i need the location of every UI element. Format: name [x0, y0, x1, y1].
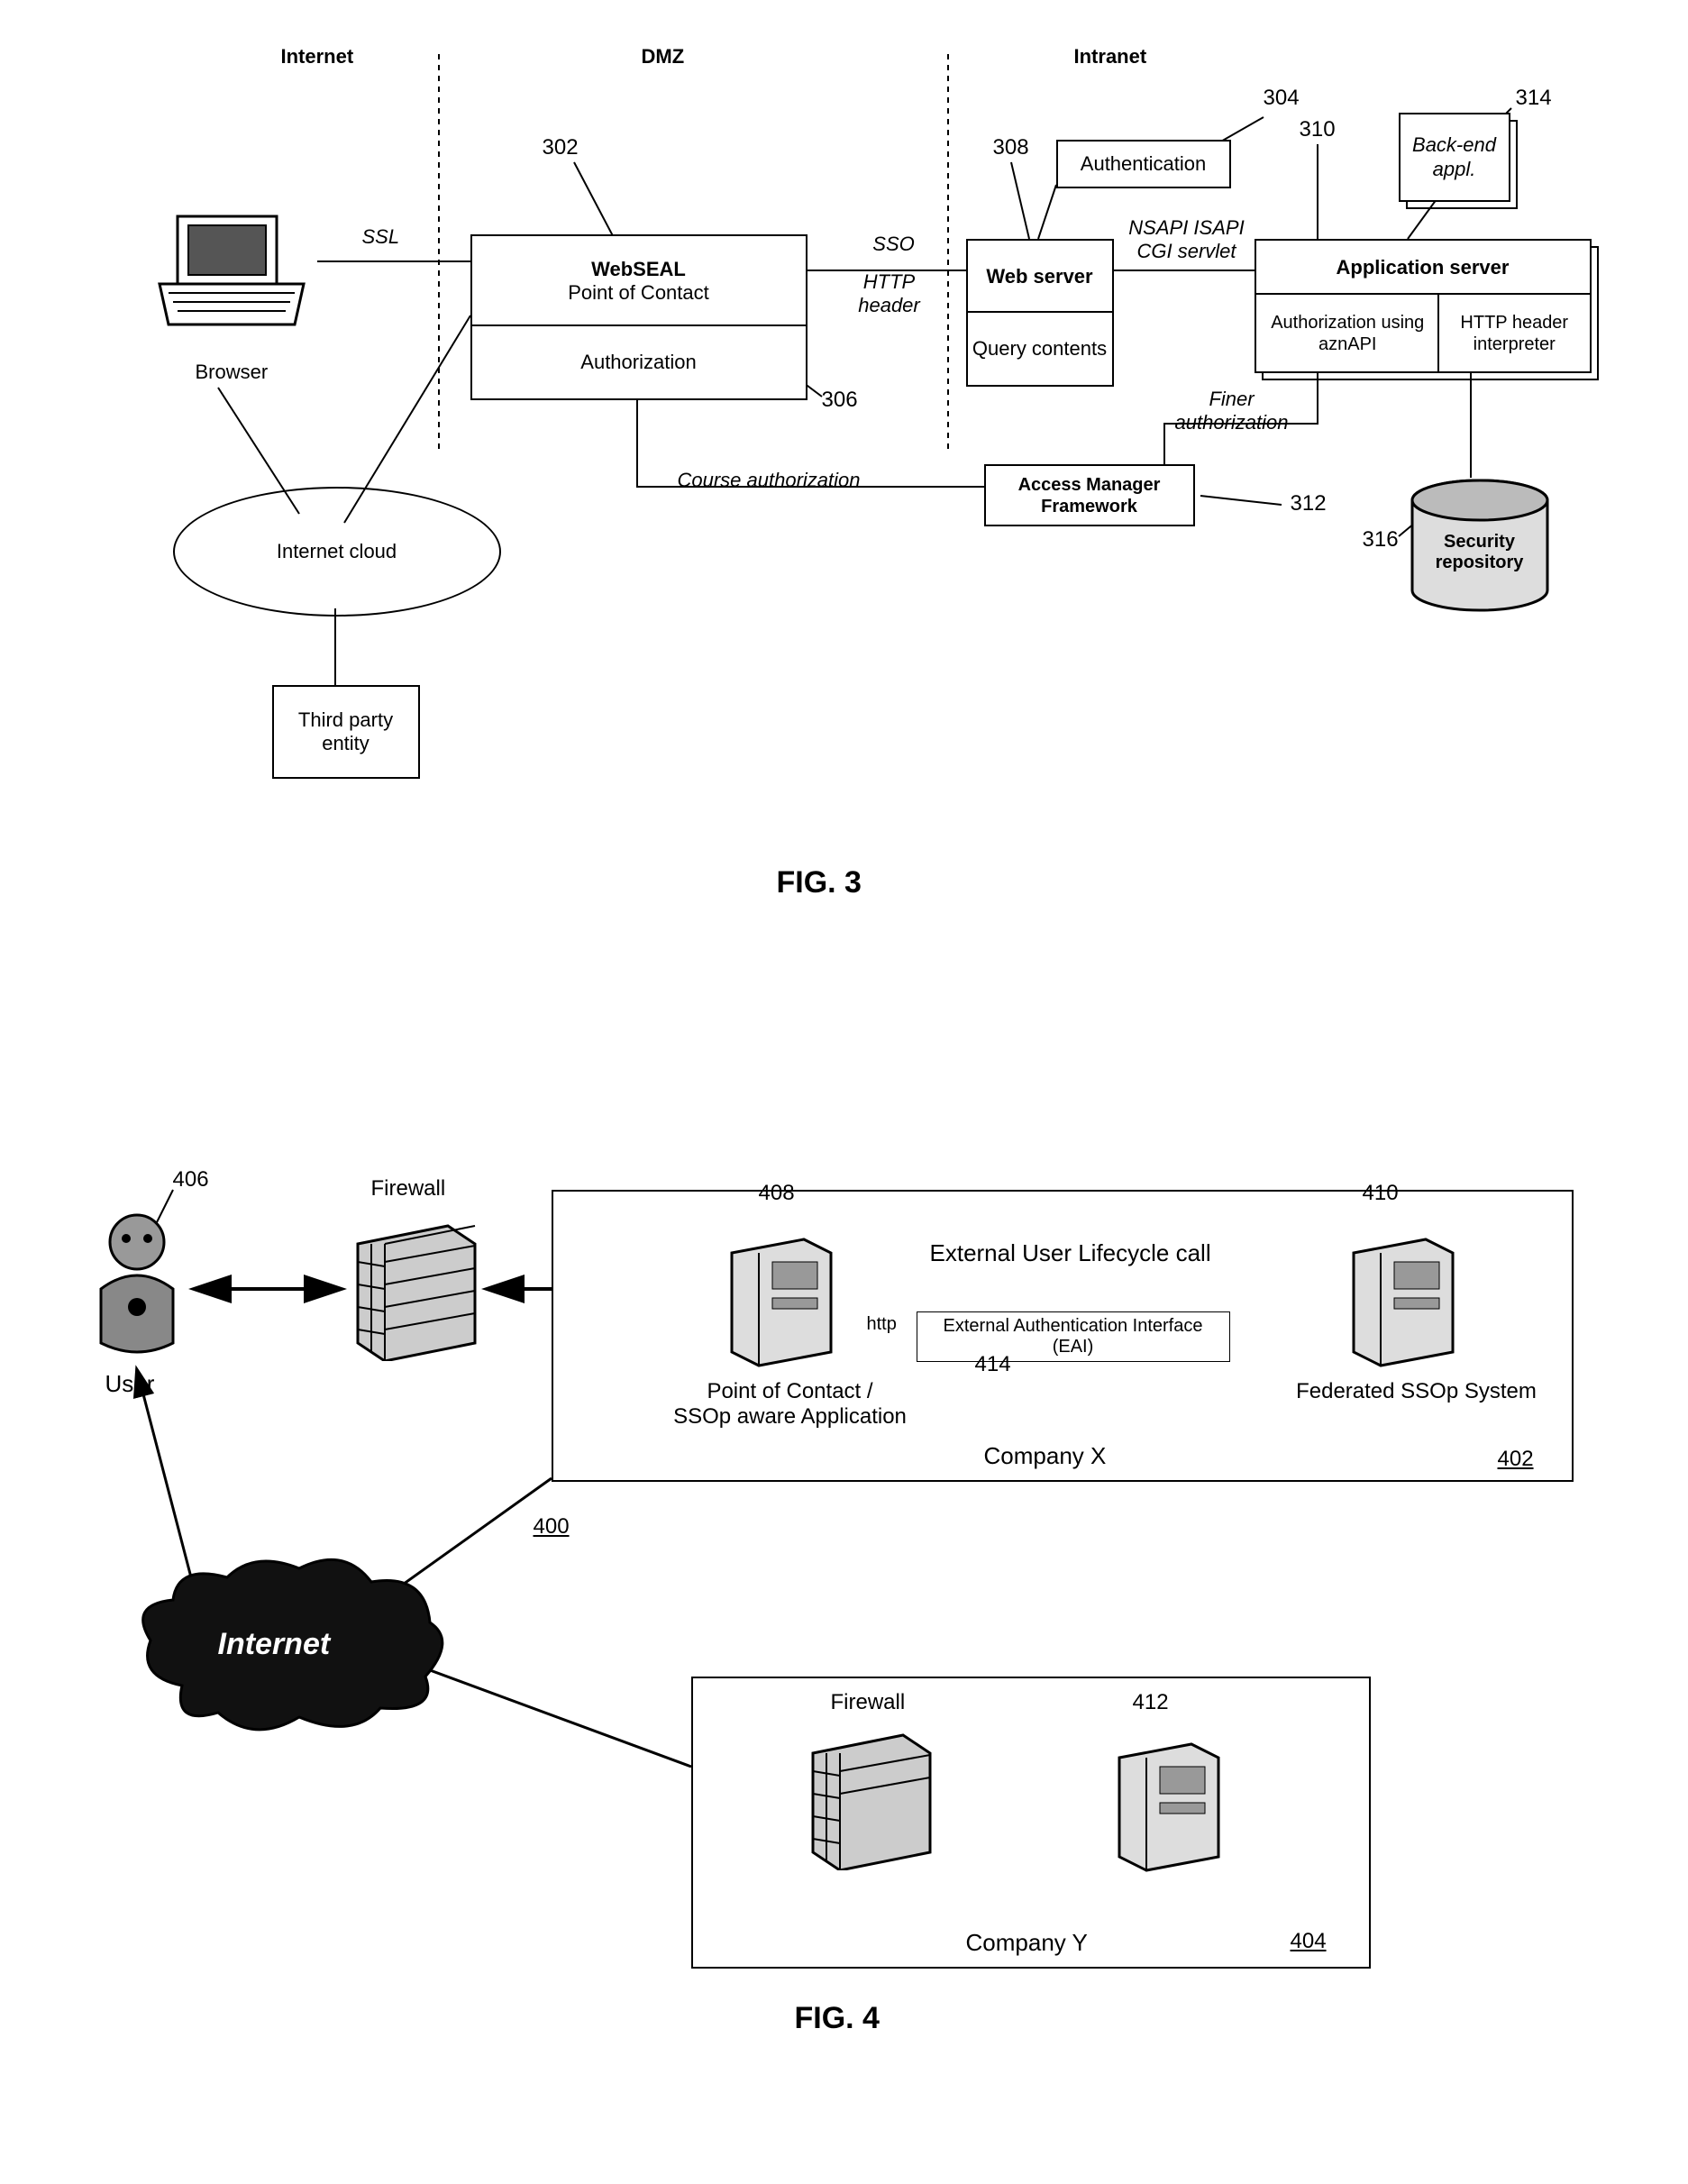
ref-308: 308 — [993, 135, 1029, 160]
zone-internet: Internet — [281, 45, 354, 69]
company-y-label: Company Y — [966, 1929, 1088, 1957]
firewall-icon — [340, 1208, 493, 1388]
ref-314: 314 — [1516, 86, 1552, 111]
webseal-title: WebSEAL — [591, 258, 686, 281]
ref-408: 408 — [759, 1181, 795, 1206]
user-icon — [74, 1208, 200, 1388]
webseal-subtitle: Point of Contact — [568, 281, 709, 305]
eai-box: External Authentication Interface (EAI) — [917, 1311, 1230, 1362]
server-y-icon — [1092, 1722, 1245, 1893]
fssop-label: Federated SSOp System — [1273, 1379, 1561, 1404]
browser-label: Browser — [196, 361, 269, 384]
access-manager-box: Access Manager Framework — [984, 464, 1195, 526]
sso-label: SSO — [840, 233, 948, 256]
ref-304: 304 — [1264, 86, 1300, 111]
poc-label: Point of Contact / SSOp aware Applicatio… — [651, 1379, 930, 1430]
ref-410: 410 — [1363, 1181, 1399, 1206]
ref-406: 406 — [173, 1167, 209, 1193]
ref-414: 414 — [975, 1352, 1011, 1377]
fig3-caption: FIG. 3 — [777, 865, 862, 900]
backend-box: Back-end appl. — [1399, 113, 1510, 202]
authentication-box: Authentication — [1056, 140, 1231, 188]
ref-400: 400 — [534, 1514, 570, 1540]
course-auth-label: Course authorization — [678, 469, 861, 492]
authorization-box: Authorization — [470, 324, 808, 400]
company-x-label: Company X — [984, 1442, 1107, 1470]
company-y-frame — [691, 1677, 1371, 1969]
security-repo-icon: Security repository — [1408, 478, 1552, 613]
third-party-box: Third party entity — [272, 685, 420, 779]
ref-402: 402 — [1498, 1447, 1534, 1472]
zone-dmz: DMZ — [642, 45, 685, 69]
browser-icon — [146, 198, 317, 352]
web-server-box: Web server — [966, 239, 1114, 315]
ref-310: 310 — [1300, 117, 1336, 142]
http-header-label: HTTP header — [831, 270, 948, 317]
nsapi-label: NSAPI ISAPI CGI servlet — [1128, 216, 1245, 263]
ref-312: 312 — [1291, 491, 1327, 516]
ref-316: 316 — [1363, 527, 1399, 553]
ext-call-label: External User Lifecycle call — [930, 1239, 1211, 1267]
fig4-caption: FIG. 4 — [795, 2001, 880, 2036]
firewall-label: Firewall — [371, 1176, 446, 1202]
app-server-block: Application server Authorization using a… — [1255, 239, 1588, 370]
azn-box: Authorization using aznAPI — [1255, 293, 1442, 373]
app-server-box: Application server — [1255, 239, 1592, 297]
finer-auth-label: Finer authorization — [1164, 388, 1300, 434]
ref-412: 412 — [1133, 1690, 1169, 1715]
ssl-label: SSL — [362, 225, 400, 249]
ref-404: 404 — [1291, 1929, 1327, 1954]
internet-cloud: Internet cloud — [173, 487, 501, 617]
webseal-block: WebSEAL Point of Contact Authorization — [470, 234, 804, 397]
http-label: http — [867, 1314, 897, 1335]
internet-cloud-icon: Internet — [128, 1550, 452, 1749]
firewall2-label: Firewall — [831, 1690, 906, 1715]
http-interpreter-box: HTTP header interpreter — [1437, 293, 1592, 373]
fssop-server-icon — [1327, 1217, 1480, 1397]
ref-302: 302 — [543, 135, 579, 160]
poc-server-icon — [705, 1217, 858, 1397]
firewall2-icon — [795, 1717, 948, 1879]
zone-intranet: Intranet — [1074, 45, 1147, 69]
ref-306: 306 — [822, 388, 858, 413]
web-server-block: Web server Query contents — [966, 239, 1110, 383]
user-label: User — [105, 1370, 155, 1398]
query-contents-box: Query contents — [966, 311, 1114, 387]
